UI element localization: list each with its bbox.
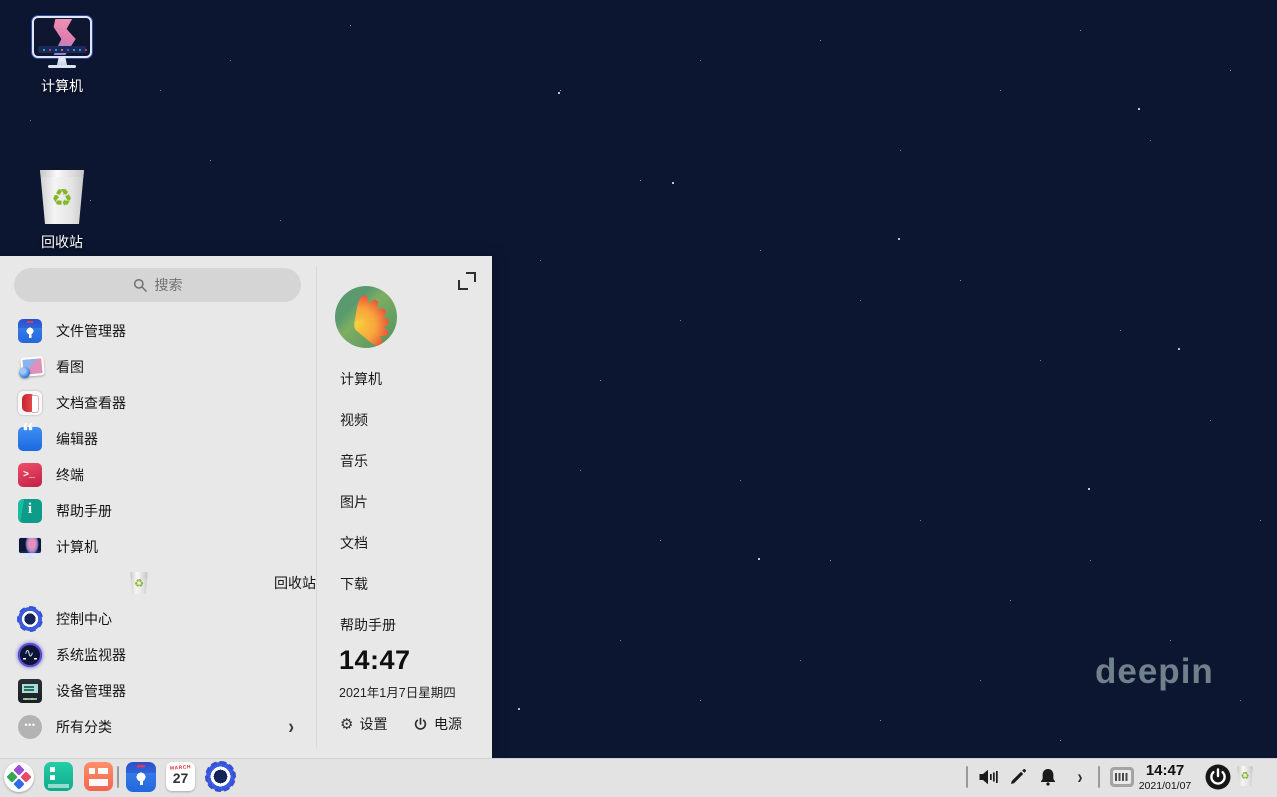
shortcut-downloads[interactable]: 下载 — [340, 574, 368, 594]
shortcut-documents[interactable]: 文档 — [340, 533, 368, 553]
app-label: 帮助手册 — [56, 501, 112, 521]
app-label: 所有分类 — [56, 717, 112, 737]
app-label: 系统监视器 — [56, 645, 126, 665]
app-label: 终端 — [56, 465, 84, 485]
computer-icon — [32, 16, 92, 68]
app-label: 看图 — [56, 357, 84, 377]
dock-launcher-button[interactable] — [4, 762, 34, 792]
shortcut-pictures[interactable]: 图片 — [340, 492, 368, 512]
launcher-app-file-manager[interactable]: 文件管理器 — [0, 313, 316, 349]
app-label: 文档查看器 — [56, 393, 126, 413]
device-manager-icon — [18, 679, 42, 703]
taskbar-clock[interactable]: 14:47 2021/01/07 — [1133, 763, 1197, 792]
dock-file-manager-icon[interactable] — [126, 762, 156, 792]
app-label: 回收站 — [274, 573, 316, 593]
settings-button[interactable]: ⚙ 设置 — [340, 714, 387, 734]
dock-app-grid-icon[interactable] — [84, 762, 113, 791]
keyboard-icon[interactable] — [1110, 767, 1134, 787]
app-label: 计算机 — [56, 537, 98, 557]
calendar-day: 27 — [166, 771, 195, 786]
desktop-icon-computer[interactable]: 计算机 — [14, 16, 110, 96]
launcher-fullscreen-toggle[interactable] — [458, 272, 476, 290]
tray-expand-chevron-icon[interactable]: › — [1070, 768, 1090, 786]
taskbar-trash-icon[interactable]: ♻ — [1236, 766, 1254, 786]
shortcut-computer[interactable]: 计算机 — [340, 369, 382, 389]
taskbar-date: 2021/01/07 — [1133, 780, 1197, 793]
launcher-app-trash[interactable]: ♻ 回收站 — [0, 565, 316, 601]
dock-control-center-icon[interactable] — [206, 762, 235, 791]
terminal-icon — [18, 463, 42, 487]
app-label: 文件管理器 — [56, 321, 126, 341]
launcher-app-help-manual[interactable]: 帮助手册 — [0, 493, 316, 529]
document-viewer-icon — [18, 391, 42, 415]
stars-bright — [0, 0, 2, 2]
all-categories-button[interactable]: 所有分类 › — [0, 709, 316, 745]
launcher-app-editor[interactable]: 编辑器 — [0, 421, 316, 457]
image-viewer-icon — [18, 355, 42, 379]
dock-calendar-icon[interactable]: MARCH 27 — [166, 762, 195, 791]
power-icon — [413, 717, 428, 732]
shortcut-videos[interactable]: 视频 — [340, 410, 368, 430]
shortcut-help-manual[interactable]: 帮助手册 — [340, 615, 396, 635]
all-categories-icon — [18, 715, 42, 739]
notification-bell-icon[interactable] — [1038, 768, 1058, 786]
launcher-divider — [316, 266, 317, 748]
shortcut-music[interactable]: 音乐 — [340, 451, 368, 471]
search-input[interactable]: 搜索 — [14, 268, 301, 302]
tray-separator — [1098, 766, 1100, 788]
control-center-icon — [18, 607, 42, 631]
app-label: 设备管理器 — [56, 681, 126, 701]
launcher-app-document-viewer[interactable]: 文档查看器 — [0, 385, 316, 421]
deepin-watermark: deepin — [1095, 652, 1214, 692]
desktop: deepin 计算机 ♻ 回收站 搜索 文件管理器 看图 — [0, 0, 1277, 797]
settings-label: 设置 — [359, 714, 387, 734]
app-label: 编辑器 — [56, 429, 98, 449]
launcher-app-system-monitor[interactable]: 系统监视器 — [0, 637, 316, 673]
launcher-app-terminal[interactable]: 终端 — [0, 457, 316, 493]
tray-separator — [966, 766, 968, 788]
user-avatar[interactable] — [335, 286, 397, 348]
file-manager-icon — [18, 319, 42, 343]
search-icon — [133, 278, 148, 293]
search-placeholder: 搜索 — [155, 275, 183, 295]
launcher-date: 2021年1月7日星期四 — [339, 682, 456, 701]
pen-input-icon[interactable] — [1008, 768, 1028, 786]
shutdown-button[interactable] — [1205, 764, 1231, 795]
dock-separator — [117, 766, 119, 788]
dock-multitasking-view-icon[interactable] — [44, 762, 73, 791]
launcher-app-image-viewer[interactable]: 看图 — [0, 349, 316, 385]
desktop-icon-label: 计算机 — [14, 76, 110, 96]
help-manual-icon — [18, 499, 42, 523]
power-label: 电源 — [434, 714, 462, 734]
editor-icon — [18, 427, 42, 451]
launcher-app-computer[interactable]: 计算机 — [0, 529, 316, 565]
power-button[interactable]: 电源 — [413, 714, 462, 734]
trash-icon: ♻ — [129, 572, 149, 594]
launcher-app-control-center[interactable]: 控制中心 — [0, 601, 316, 637]
system-monitor-icon — [18, 643, 42, 667]
chevron-right-icon: › — [288, 715, 294, 740]
desktop-icon-label: 回收站 — [14, 232, 110, 252]
gear-icon: ⚙ — [340, 715, 353, 733]
power-icon — [1205, 764, 1231, 790]
volume-icon[interactable] — [978, 768, 998, 786]
launcher-app-device-manager[interactable]: 设备管理器 — [0, 673, 316, 709]
launcher-time: 14:47 — [339, 645, 411, 676]
trash-icon: ♻ — [37, 170, 87, 224]
taskbar-time: 14:47 — [1133, 763, 1197, 780]
desktop-icon-trash[interactable]: ♻ 回收站 — [14, 170, 110, 252]
computer-icon — [18, 535, 42, 559]
app-label: 控制中心 — [56, 609, 112, 629]
